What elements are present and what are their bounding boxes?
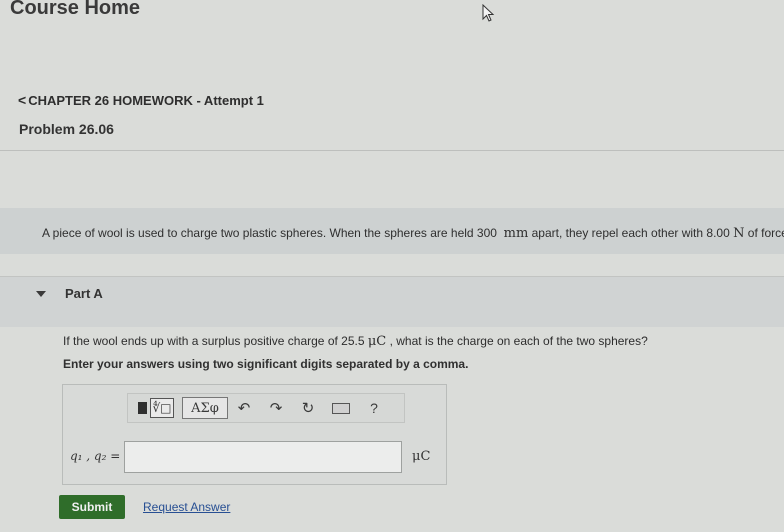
statement-text-middle: apart, they repel each other with (528, 226, 707, 240)
part-label[interactable]: Part A (65, 286, 103, 301)
templates-button[interactable]: ∜□ (134, 397, 178, 419)
back-link-label: CHAPTER 26 HOMEWORK - Attempt 1 (28, 92, 264, 108)
mouse-cursor-icon (482, 4, 495, 22)
caret-down-icon[interactable] (36, 291, 46, 297)
help-icon[interactable]: ? (358, 397, 390, 419)
answer-unit: μC (412, 449, 431, 464)
request-answer-link[interactable]: Request Answer (143, 500, 230, 514)
answer-instruction: Enter your answers using two significant… (63, 357, 469, 371)
templates-icon (138, 402, 147, 414)
force-value: 8.00 (706, 226, 730, 240)
keyboard-button[interactable] (324, 397, 358, 419)
question-text: If the wool ends up with a surplus posit… (63, 334, 648, 349)
problem-statement: A piece of wool is used to charge two pl… (42, 226, 784, 241)
back-to-assignment-link[interactable]: < CHAPTER 26 HOMEWORK - Attempt 1 (18, 92, 264, 108)
statement-text-after: of force. (747, 226, 784, 240)
divider (0, 150, 784, 151)
part-header[interactable] (0, 277, 784, 327)
answer-variable-label: q₁ , q₂ = (70, 449, 121, 463)
answer-input[interactable] (124, 441, 402, 473)
charge-value: 25.5 (341, 334, 365, 348)
keyboard-icon (332, 402, 350, 414)
undo-icon[interactable]: ↶ (228, 397, 260, 419)
question-text-after: , what is the charge on each of the two … (386, 334, 648, 348)
distance-unit: mm (503, 226, 529, 241)
page-title: Course Home (10, 0, 141, 19)
distance-value: 300 (476, 226, 497, 240)
math-toolbar: ∜□ ΑΣφ ↶ ↷ ↻ ? (127, 393, 405, 423)
force-unit: N (733, 226, 745, 241)
greek-letters-button[interactable]: ΑΣφ (182, 397, 228, 419)
submit-button[interactable]: Submit (59, 495, 125, 519)
problem-title: Problem 26.06 (19, 121, 114, 137)
chevron-left-icon: < (18, 92, 27, 108)
statement-text: A piece of wool is used to charge two pl… (42, 226, 477, 240)
radical-icon: ∜□ (150, 398, 174, 418)
question-text-before: If the wool ends up with a surplus posit… (63, 334, 342, 348)
charge-unit: μC (367, 334, 387, 349)
redo-icon[interactable]: ↷ (260, 397, 292, 419)
reset-icon[interactable]: ↻ (292, 397, 324, 419)
